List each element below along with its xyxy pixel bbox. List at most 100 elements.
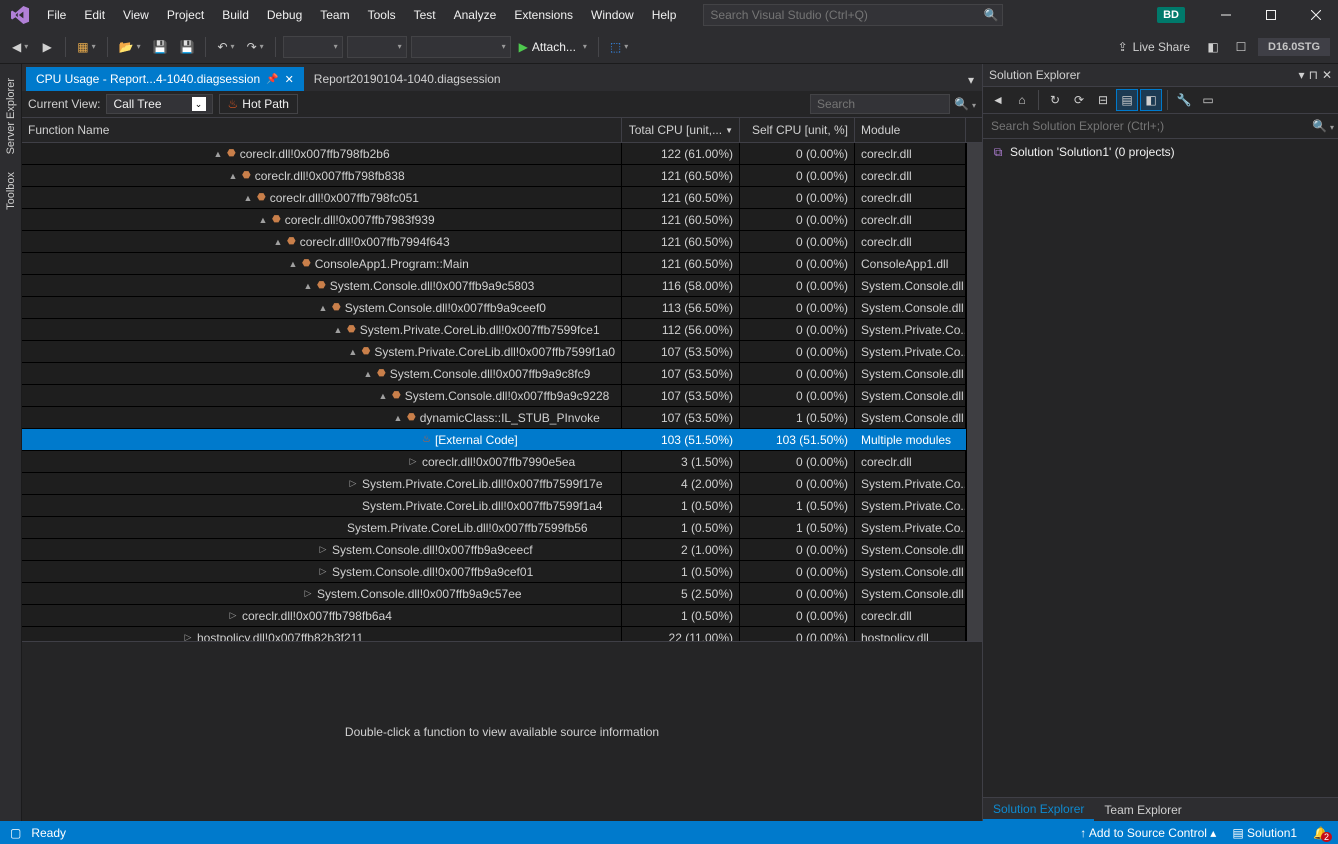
feedback-icon[interactable]: ◧ [1202, 36, 1224, 58]
hot-path-button[interactable]: ♨ Hot Path [219, 94, 298, 114]
table-row[interactable]: System.Private.CoreLib.dll!0x007ffb7599f… [22, 495, 966, 517]
search-icon[interactable]: 🔍▾ [954, 97, 976, 111]
table-row[interactable]: ▲⬣System.Console.dll!0x007ffb9a9c8fc9107… [22, 363, 966, 385]
quick-launch[interactable]: 🔍 [703, 4, 1003, 26]
home-icon[interactable]: ⌂ [1011, 89, 1033, 111]
save-all-button[interactable]: 💾 [176, 36, 199, 58]
table-row[interactable]: ▷System.Console.dll!0x007ffb9a9c57ee5 (2… [22, 583, 966, 605]
table-row[interactable]: ▲⬣dynamicClass::IL_STUB_PInvoke107 (53.5… [22, 407, 966, 429]
function-search-input[interactable] [810, 94, 950, 114]
step-button[interactable]: ⬚▾ [606, 36, 632, 58]
solution-search[interactable]: 🔍▾ [983, 114, 1338, 139]
search-icon[interactable]: 🔍▾ [1312, 119, 1334, 133]
expander-icon[interactable]: ▷ [182, 632, 194, 641]
refresh-icon[interactable]: ⟳ [1068, 89, 1090, 111]
expander-icon[interactable]: ▲ [287, 259, 299, 269]
table-row[interactable]: ▲⬣ConsoleApp1.Program::Main121 (60.50%)0… [22, 253, 966, 275]
new-project-button[interactable]: ▦▾ [73, 36, 99, 58]
expander-icon[interactable]: ▷ [302, 588, 314, 599]
table-row[interactable]: ♨[External Code]103 (51.50%)103 (51.50%)… [22, 429, 966, 451]
tab-report[interactable]: Report20190104-1040.diagsession [304, 67, 511, 91]
rail-tab-toolbox[interactable]: Toolbox [3, 164, 19, 218]
expander-icon[interactable]: ▲ [257, 215, 269, 225]
menu-test[interactable]: Test [405, 0, 445, 30]
rail-tab-server-explorer[interactable]: Server Explorer [3, 70, 19, 162]
column-self-cpu[interactable]: Self CPU [unit, %] [740, 118, 855, 142]
menu-help[interactable]: Help [643, 0, 686, 30]
table-row[interactable]: ▲⬣System.Private.CoreLib.dll!0x007ffb759… [22, 341, 966, 363]
open-file-button[interactable]: 📂▾ [115, 36, 145, 58]
redo-button[interactable]: ↷▾ [243, 36, 268, 58]
tab-cpu-usage[interactable]: CPU Usage - Report...4-1040.diagsession … [26, 67, 304, 91]
feedback-smile-icon[interactable]: ☐ [1230, 36, 1252, 58]
close-button[interactable] [1293, 0, 1338, 30]
menu-tools[interactable]: Tools [359, 0, 405, 30]
expander-icon[interactable]: ▲ [392, 413, 404, 423]
expander-icon[interactable]: ▲ [317, 303, 329, 313]
table-row[interactable]: ▲⬣coreclr.dll!0x007ffb7994f643121 (60.50… [22, 231, 966, 253]
table-row[interactable]: ▲⬣coreclr.dll!0x007ffb798fb2b6122 (61.00… [22, 143, 966, 165]
expander-icon[interactable]: ▲ [362, 369, 374, 379]
table-row[interactable]: ▷hostpolicy.dll!0x007ffb82b3f21122 (11.0… [22, 627, 966, 641]
window-position-icon[interactable]: ▾ [1299, 68, 1305, 82]
user-badge[interactable]: BD [1157, 7, 1185, 23]
expander-icon[interactable]: ▲ [377, 391, 389, 401]
column-function-name[interactable]: Function Name [22, 118, 622, 142]
table-row[interactable]: System.Private.CoreLib.dll!0x007ffb7599f… [22, 517, 966, 539]
panel-title-bar[interactable]: Solution Explorer ▾ ⊓ ✕ [983, 64, 1338, 87]
table-row[interactable]: ▲⬣coreclr.dll!0x007ffb7983f939121 (60.50… [22, 209, 966, 231]
preview-icon[interactable]: ◧ [1140, 89, 1162, 111]
show-all-files-icon[interactable]: ▤ [1116, 89, 1138, 111]
collapse-icon[interactable]: ⊟ [1092, 89, 1114, 111]
current-view-combo[interactable]: Call Tree ⌄ [106, 94, 212, 114]
expander-icon[interactable]: ▷ [407, 456, 419, 467]
tab-overflow-button[interactable]: ▾ [960, 69, 982, 91]
expander-icon[interactable]: ▲ [212, 149, 224, 159]
quick-launch-input[interactable] [704, 8, 980, 22]
nav-back-button[interactable]: ◀▾ [8, 36, 32, 58]
expander-icon[interactable]: ▷ [227, 610, 239, 621]
view-icon[interactable]: ▭ [1197, 89, 1219, 111]
expander-icon[interactable]: ▲ [272, 237, 284, 247]
tab-solution-explorer[interactable]: Solution Explorer [983, 798, 1094, 821]
pin-icon[interactable]: 📌 [266, 74, 278, 85]
table-row[interactable]: ▲⬣coreclr.dll!0x007ffb798fc051121 (60.50… [22, 187, 966, 209]
minimize-button[interactable] [1203, 0, 1248, 30]
live-share-button[interactable]: ⇪ Live Share [1112, 40, 1196, 54]
menu-extensions[interactable]: Extensions [505, 0, 582, 30]
expander-icon[interactable]: ▲ [302, 281, 314, 291]
table-row[interactable]: ▲⬣coreclr.dll!0x007ffb798fb838121 (60.50… [22, 165, 966, 187]
solution-search-input[interactable] [987, 119, 1312, 133]
menu-build[interactable]: Build [213, 0, 258, 30]
table-row[interactable]: ▷System.Private.CoreLib.dll!0x007ffb7599… [22, 473, 966, 495]
menu-debug[interactable]: Debug [258, 0, 311, 30]
table-row[interactable]: ▷System.Console.dll!0x007ffb9a9cef011 (0… [22, 561, 966, 583]
nav-forward-button[interactable]: ▶ [36, 36, 58, 58]
menu-analyze[interactable]: Analyze [445, 0, 506, 30]
vertical-scrollbar[interactable] [966, 143, 982, 641]
table-row[interactable]: ▲⬣System.Console.dll!0x007ffb9a9c5803116… [22, 275, 966, 297]
tab-team-explorer[interactable]: Team Explorer [1094, 798, 1191, 821]
table-row[interactable]: ▷coreclr.dll!0x007ffb798fb6a41 (0.50%)0 … [22, 605, 966, 627]
platform-combo[interactable]: ▾ [347, 36, 407, 58]
table-row[interactable]: ▲⬣System.Console.dll!0x007ffb9a9ceef0113… [22, 297, 966, 319]
table-row[interactable]: ▲⬣System.Console.dll!0x007ffb9a9c9228107… [22, 385, 966, 407]
search-icon[interactable]: 🔍 [980, 8, 1002, 22]
solution-root-node[interactable]: ⧉ Solution 'Solution1' (0 projects) [991, 145, 1330, 159]
add-source-control-button[interactable]: ↑ Add to Source Control ▴ [1080, 826, 1216, 840]
expander-icon[interactable]: ▲ [332, 325, 344, 335]
save-button[interactable]: 💾 [149, 36, 172, 58]
table-row[interactable]: ▲⬣System.Private.CoreLib.dll!0x007ffb759… [22, 319, 966, 341]
close-icon[interactable]: ✕ [1322, 68, 1332, 82]
sync-icon[interactable]: ↻ [1044, 89, 1066, 111]
table-row[interactable]: ▷coreclr.dll!0x007ffb7990e5ea3 (1.50%)0 … [22, 451, 966, 473]
undo-button[interactable]: ↶▾ [213, 36, 238, 58]
menu-file[interactable]: File [38, 0, 75, 30]
menu-view[interactable]: View [114, 0, 158, 30]
expander-icon[interactable]: ▷ [317, 566, 329, 577]
menu-project[interactable]: Project [158, 0, 213, 30]
close-icon[interactable]: ✕ [285, 73, 294, 86]
expander-icon[interactable]: ▲ [242, 193, 254, 203]
maximize-button[interactable] [1248, 0, 1293, 30]
target-combo[interactable]: ▾ [411, 36, 511, 58]
